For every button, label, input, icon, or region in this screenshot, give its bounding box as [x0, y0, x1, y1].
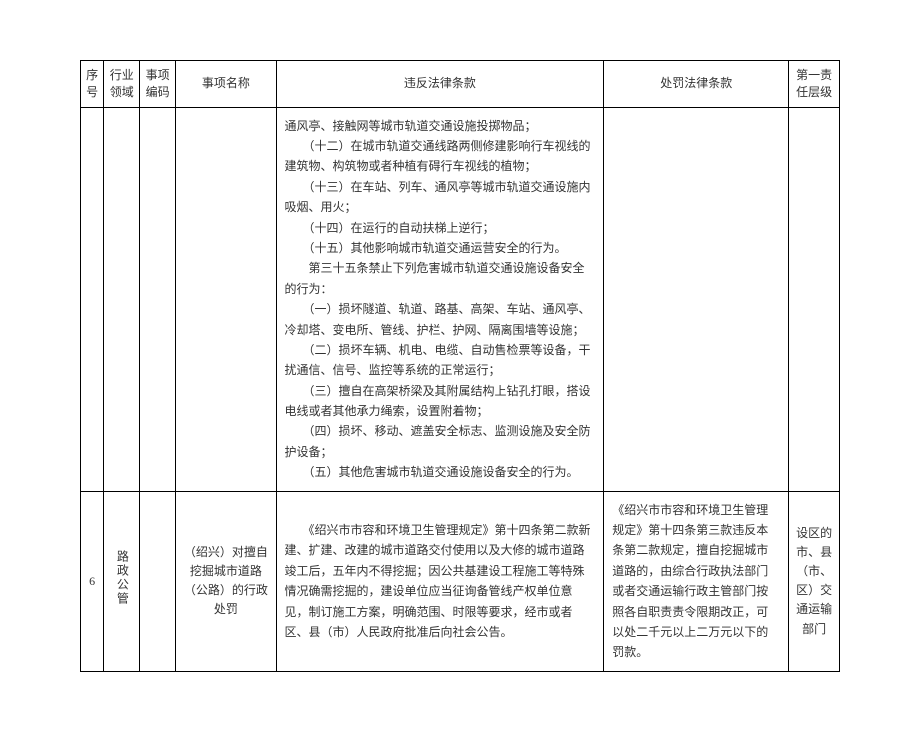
cell-seq: 6 [81, 491, 104, 671]
violation-line: （四）损坏、移动、遮盖安全标志、监测设施及安全防护设备； [285, 421, 596, 462]
regulation-table: 序号 行业领域 事项编码 事项名称 违反法律条款 处罚法律条款 第一责任层级 通… [80, 60, 840, 672]
table-row: 通风亭、接触网等城市轨道交通设施投掷物品； （十二）在城市轨道交通线路两侧修建影… [81, 107, 840, 491]
violation-line: （二）损坏车辆、机电、电缆、自动售检票等设备，干扰通信、信号、监控等系统的正常运… [285, 340, 596, 381]
cell-domain [104, 107, 140, 491]
violation-line: （一）损坏隧道、轨道、路基、高架、车站、通风亭、冷却塔、变电所、管线、护栏、护网… [285, 299, 596, 340]
cell-code [140, 491, 176, 671]
header-code: 事项编码 [140, 61, 176, 108]
header-penalty: 处罚法律条款 [604, 61, 789, 108]
violation-line: 第三十五条禁止下列危害城市轨道交通设施设备安全的行为： [285, 258, 596, 299]
table-row: 6 路政公管 （绍兴）对擅自挖掘城市道路（公路）的行政处罚 《绍兴市市容和环境卫… [81, 491, 840, 671]
header-seq: 序号 [81, 61, 104, 108]
violation-line: （三）擅自在高架桥梁及其附属结构上钻孔打眼，搭设电线或者其他承力绳索，设置附着物… [285, 381, 596, 422]
header-domain: 行业领域 [104, 61, 140, 108]
cell-responsibility [789, 107, 840, 491]
violation-line: （十四）在运行的自动扶梯上逆行； [285, 218, 596, 238]
header-responsibility: 第一责任层级 [789, 61, 840, 108]
cell-penalty: 《绍兴市市容和环境卫生管理规定》第十四条第三款违反本条第二款规定，擅自挖掘城市道… [604, 491, 789, 671]
penalty-text: 《绍兴市市容和环境卫生管理规定》第十四条第三款违反本条第二款规定，擅自挖掘城市道… [612, 500, 780, 663]
violation-line: （十三）在车站、列车、通风亭等城市轨道交通设施内吸烟、用火； [285, 177, 596, 218]
cell-responsibility: 设区的市、县（市、区）交通运输部门 [789, 491, 840, 671]
cell-code [140, 107, 176, 491]
violation-text: 《绍兴市市容和环境卫生管理规定》第十四条第二款新建、扩建、改建的城市道路交付使用… [285, 520, 596, 642]
table-header-row: 序号 行业领域 事项编码 事项名称 违反法律条款 处罚法律条款 第一责任层级 [81, 61, 840, 108]
domain-text: 路政公管 [112, 550, 131, 606]
violation-line: 通风亭、接触网等城市轨道交通设施投掷物品； [285, 116, 596, 136]
cell-violation: 通风亭、接触网等城市轨道交通设施投掷物品； （十二）在城市轨道交通线路两侧修建影… [276, 107, 604, 491]
violation-line: （十二）在城市轨道交通线路两侧修建影响行车视线的建筑物、构筑物或者种植有碍行车视… [285, 136, 596, 177]
cell-name: （绍兴）对擅自挖掘城市道路（公路）的行政处罚 [176, 491, 276, 671]
header-violation: 违反法律条款 [276, 61, 604, 108]
cell-domain: 路政公管 [104, 491, 140, 671]
cell-penalty [604, 107, 789, 491]
cell-violation: 《绍兴市市容和环境卫生管理规定》第十四条第二款新建、扩建、改建的城市道路交付使用… [276, 491, 604, 671]
cell-seq [81, 107, 104, 491]
cell-name [176, 107, 276, 491]
header-name: 事项名称 [176, 61, 276, 108]
violation-line: （十五）其他影响城市轨道交通运营安全的行为。 [285, 238, 596, 258]
violation-line: （五）其他危害城市轨道交通设施设备安全的行为。 [285, 462, 596, 482]
